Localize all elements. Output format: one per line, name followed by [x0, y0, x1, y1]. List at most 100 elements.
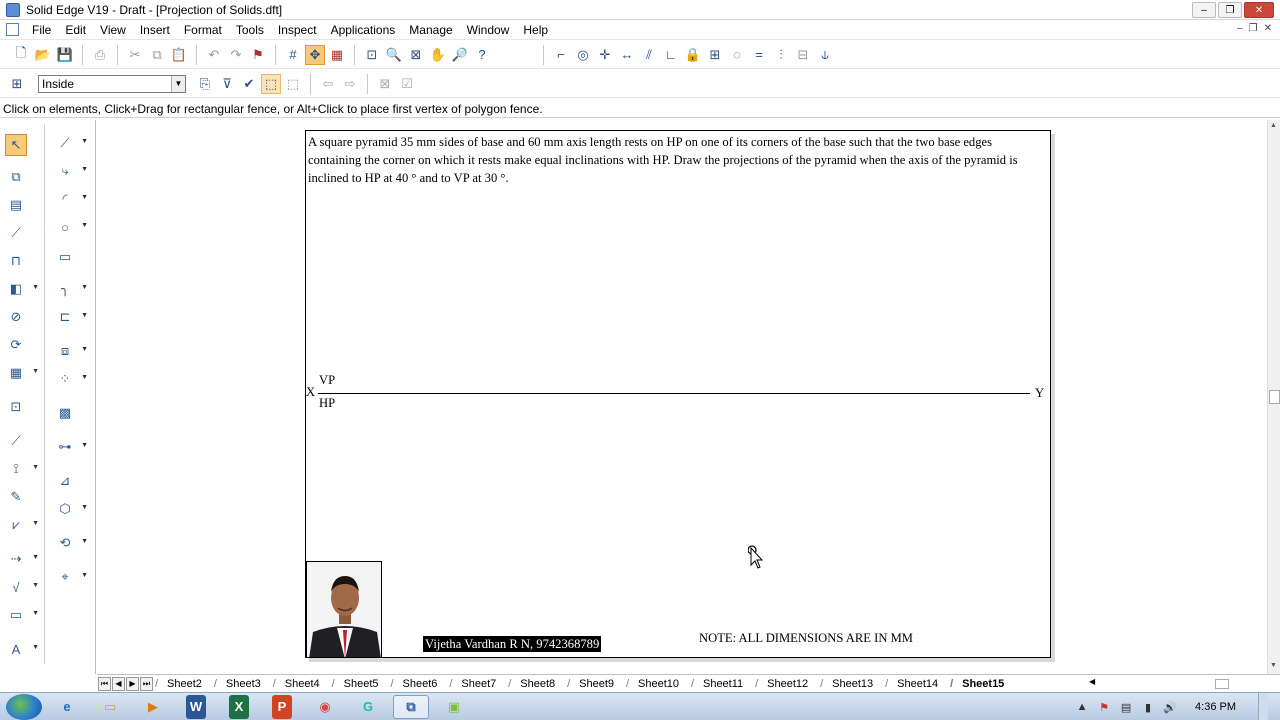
parts-list-icon[interactable]: ▦ ▼: [5, 362, 39, 384]
fence-overlap-icon[interactable]: ⬚: [283, 74, 303, 94]
pan-icon[interactable]: ✋: [428, 45, 448, 65]
file-explorer-icon[interactable]: ▭: [92, 695, 128, 719]
scroll-thumb[interactable]: [1269, 390, 1280, 404]
solid-edge-taskbar-icon[interactable]: ⧉: [393, 694, 429, 719]
zoom-area-icon[interactable]: ⊡: [362, 45, 382, 65]
horizontal-vertical-icon[interactable]: ✛: [595, 45, 615, 65]
perpendicular-icon[interactable]: ∟: [661, 45, 681, 65]
tab-sheet9[interactable]: Sheet9: [565, 676, 624, 692]
line-tool-icon[interactable]: ⟋ ▼: [54, 132, 88, 154]
chrome-icon[interactable]: ◉: [307, 695, 343, 719]
text-tool-icon[interactable]: A ▼: [5, 638, 39, 660]
angle-tool-icon[interactable]: ⊿: [54, 470, 76, 492]
fillet-tool-icon[interactable]: ╮ ▼: [54, 278, 88, 300]
distance-between-icon[interactable]: ⟟ ▼: [5, 458, 39, 480]
horizontal-scrollbar[interactable]: ◀: [1089, 677, 1267, 689]
files-icon[interactable]: ▣: [436, 695, 472, 719]
rectangle-tool-icon[interactable]: ▭: [54, 246, 76, 268]
finish-icon[interactable]: ☑: [397, 74, 417, 94]
undo-icon[interactable]: ↶: [204, 45, 224, 65]
open-file-icon[interactable]: 📂: [33, 45, 53, 65]
broken-view-icon[interactable]: ◧ ▼: [5, 278, 39, 300]
curve-tool-icon[interactable]: ⤷ ▼: [54, 160, 88, 182]
equal-icon[interactable]: =: [749, 45, 769, 65]
save-icon[interactable]: 💾: [55, 45, 75, 65]
tab-sheet4[interactable]: Sheet4: [271, 676, 330, 692]
annotation-icon[interactable]: ✎: [5, 486, 27, 508]
offset-tool-icon[interactable]: ⧈ ▼: [54, 340, 88, 362]
tab-sheet7[interactable]: Sheet7: [447, 676, 506, 692]
grammarly-icon[interactable]: G: [350, 695, 386, 719]
trim-tool-icon[interactable]: ⊏ ▼: [54, 306, 88, 328]
hscroll-thumb[interactable]: [1215, 679, 1229, 689]
show-desktop-button[interactable]: [1258, 693, 1268, 720]
auxiliary-view-icon[interactable]: ⟋: [5, 222, 27, 244]
collinear-icon[interactable]: ↔: [617, 45, 637, 65]
tab-sheet11[interactable]: Sheet11: [689, 676, 753, 692]
select-filter-icon[interactable]: ⎘: [195, 74, 215, 94]
menu-applications[interactable]: Applications: [324, 23, 403, 37]
next-sheet-icon[interactable]: ▶: [126, 676, 139, 691]
snap-icon[interactable]: ✥: [305, 44, 325, 65]
tab-sheet13[interactable]: Sheet13: [818, 676, 883, 692]
tangent-icon[interactable]: ◌: [727, 45, 747, 65]
symmetric-icon[interactable]: ⫶: [771, 45, 791, 65]
sheet-setup-icon[interactable]: ▦: [327, 45, 347, 65]
doc-close-button[interactable]: ✕: [1264, 23, 1272, 34]
zoom-icon[interactable]: 🔍: [384, 45, 404, 65]
detail-view-icon[interactable]: ⊘: [5, 306, 27, 328]
new-file-icon[interactable]: 🗋: [11, 45, 31, 65]
scroll-left-icon[interactable]: ◀: [1089, 677, 1095, 686]
start-button[interactable]: [6, 693, 42, 720]
drawing-sheet[interactable]: A square pyramid 35 mm sides of base and…: [305, 130, 1051, 658]
scroll-up-icon[interactable]: ▲: [1270, 122, 1277, 129]
cancel-icon[interactable]: ⊠: [375, 74, 395, 94]
whats-this-help-icon[interactable]: ?: [472, 45, 492, 65]
doc-restore-button[interactable]: ❐: [1249, 23, 1258, 34]
circle-tool-icon[interactable]: ○ ▼: [54, 216, 88, 238]
print-icon[interactable]: ⎙: [90, 45, 110, 65]
section-view-icon[interactable]: ⊓: [5, 250, 27, 272]
dimension-tool-icon[interactable]: ⊶ ▼: [54, 436, 89, 458]
select-tool-icon[interactable]: ↖: [5, 134, 27, 156]
volume-icon[interactable]: 🔊: [1163, 700, 1177, 714]
flag-icon[interactable]: ⚑: [248, 45, 268, 65]
drawing-view-icon[interactable]: ⧉: [5, 166, 27, 188]
parallel-icon[interactable]: ⫽: [639, 45, 659, 65]
doc-minimize-button[interactable]: –: [1237, 23, 1243, 34]
tab-sheet6[interactable]: Sheet6: [389, 676, 448, 692]
filter-options-icon[interactable]: ⊽: [217, 74, 237, 94]
menu-file[interactable]: File: [25, 23, 58, 37]
device-icon[interactable]: ▤: [1119, 700, 1133, 714]
dimension-view-icon[interactable]: ⊡: [5, 396, 27, 418]
scroll-down-icon[interactable]: ▼: [1270, 662, 1277, 669]
connect-relation-icon[interactable]: ⌐: [551, 45, 571, 65]
fit-icon[interactable]: ⊠: [406, 45, 426, 65]
fence-filter-dropdown[interactable]: Inside ▼: [38, 74, 186, 93]
tab-sheet12[interactable]: Sheet12: [753, 676, 818, 692]
maximize-button[interactable]: ❐: [1218, 2, 1242, 18]
menu-window[interactable]: Window: [460, 23, 517, 37]
fill-tool-icon[interactable]: ▩: [54, 402, 76, 424]
arc-tool-icon[interactable]: ◜ ▼: [54, 188, 88, 210]
back-arrow-icon[interactable]: ⇦: [318, 74, 338, 94]
menu-edit[interactable]: Edit: [58, 23, 93, 37]
tab-sheet14[interactable]: Sheet14: [883, 676, 948, 692]
move-tool-icon[interactable]: ⌖ ▼: [54, 566, 88, 588]
smart-dimension-icon[interactable]: ⟋: [5, 430, 27, 452]
grid-icon[interactable]: #: [283, 45, 303, 65]
rigid-set-icon[interactable]: ⊞: [705, 45, 725, 65]
concentric-relation-icon[interactable]: ◎: [573, 45, 593, 65]
powerpoint-icon[interactable]: P: [272, 694, 292, 719]
select-tool-options-icon[interactable]: ⊞: [7, 74, 27, 94]
close-button[interactable]: ✕: [1244, 2, 1274, 18]
media-player-icon[interactable]: ▶: [135, 695, 171, 719]
menu-format[interactable]: Format: [177, 23, 229, 37]
tray-expand-icon[interactable]: ▲: [1075, 700, 1089, 714]
rotate-tool-icon[interactable]: ⟲ ▼: [54, 532, 88, 554]
feature-control-icon[interactable]: ▭ ▼: [5, 604, 39, 626]
vertical-scrollbar[interactable]: ▲ ▼: [1267, 120, 1280, 674]
menu-help[interactable]: Help: [516, 23, 555, 37]
copy-icon[interactable]: ⧉: [147, 45, 167, 65]
last-sheet-icon[interactable]: ⏭: [140, 676, 153, 691]
